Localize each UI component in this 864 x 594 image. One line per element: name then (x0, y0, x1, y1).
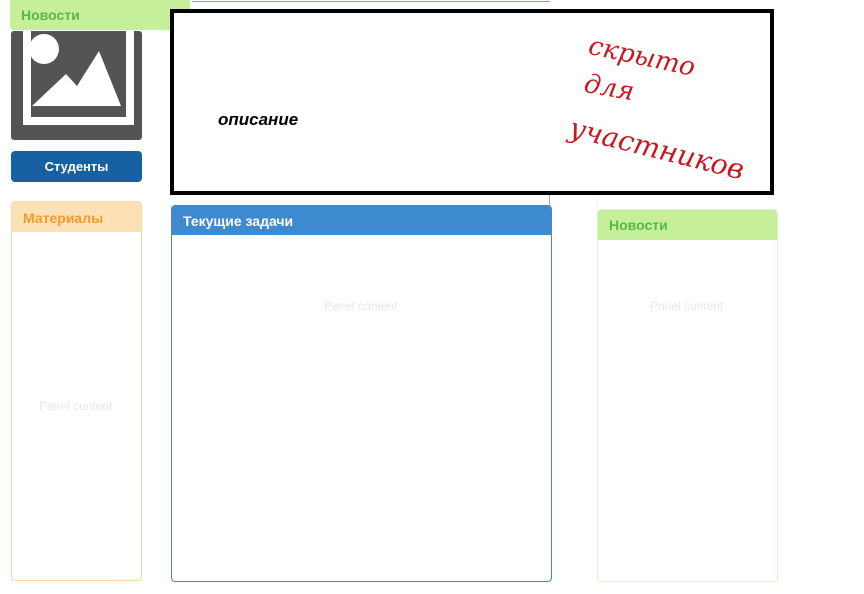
current-tasks-header: Текущие задачи (172, 206, 551, 235)
tasks-panel-placeholder: Panel content (324, 299, 398, 313)
news-title-right: Новости (609, 217, 668, 233)
current-tasks-panel: Текущие задачи Panel content (171, 205, 552, 582)
news-panel-right-header: Новости (598, 210, 777, 240)
news-panel-right: Новости Panel content (597, 209, 778, 582)
news-panel-placeholder: Panel content (650, 299, 724, 313)
description-label: описание (218, 110, 299, 129)
hidden-section-box: описание скрыто для участников (170, 9, 774, 195)
handwritten-note-line-2: для (581, 69, 637, 108)
materials-panel: Материалы Panel content (11, 201, 142, 581)
materials-panel-placeholder: Panel content (39, 399, 113, 413)
students-button[interactable]: Студенты (11, 151, 142, 182)
materials-panel-header: Материалы (12, 202, 141, 232)
current-tasks-title: Текущие задачи (183, 213, 294, 229)
news-title-left: Новости (21, 7, 80, 23)
materials-title: Материалы (23, 210, 104, 226)
image-icon (23, 31, 134, 125)
news-header-top: Новости (10, 0, 190, 30)
top-divider (192, 0, 550, 2)
profile-image (11, 31, 142, 140)
handwritten-note-line-3: участников (566, 111, 748, 187)
